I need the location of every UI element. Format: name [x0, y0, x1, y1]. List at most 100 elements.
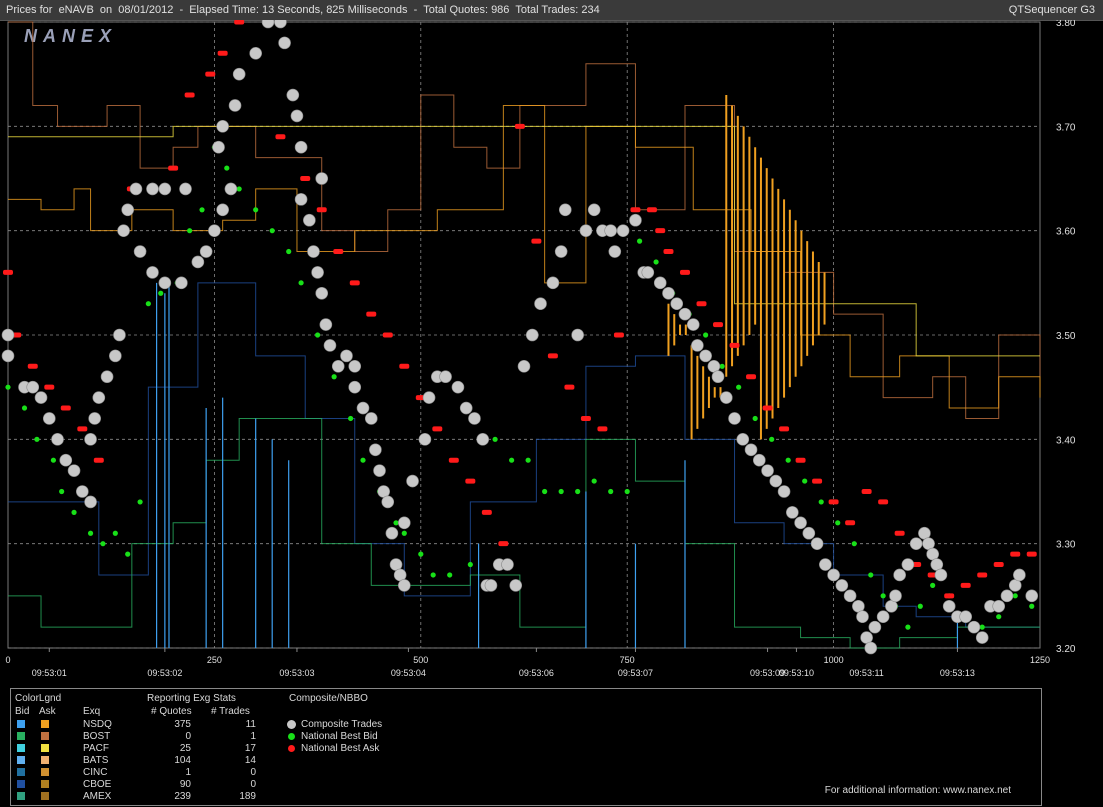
composite-trade-point: [439, 370, 452, 384]
nba-point: [713, 322, 724, 328]
composite-trade-point: [175, 276, 188, 290]
composite-trade-point: [331, 359, 345, 373]
composite-trade-point: [315, 286, 329, 300]
composite-trade-point: [691, 339, 704, 352]
composite-trade-point: [769, 474, 783, 488]
nba-point: [861, 489, 872, 494]
composite-trade-point: [827, 568, 840, 582]
nbb-point: [719, 363, 725, 369]
time-label: 09:53:10: [779, 668, 814, 678]
nbb-point: [1029, 603, 1035, 609]
composite-trade-point: [385, 526, 399, 540]
legend-panel: ColorLgnd Bid Ask Exq Reporting Exg Stat…: [10, 688, 1042, 806]
footer-link[interactable]: For additional information: www.nanex.ne…: [825, 785, 1011, 796]
legend-exchange-name: PACF: [83, 743, 109, 754]
legend-trade-count: 0: [250, 779, 256, 790]
composite-trade-point: [34, 391, 48, 404]
nba-point: [597, 426, 608, 432]
nbb-point: [868, 572, 874, 578]
legend-exchange-name: BATS: [83, 755, 109, 766]
composite-trade-point: [67, 464, 81, 477]
composite-trade-point: [319, 318, 333, 331]
composite-trade-point: [719, 391, 733, 404]
legend-bid-swatch: [17, 792, 25, 800]
legend-reporting-heading: Reporting Exg Stats: [147, 693, 236, 704]
nba-point: [217, 50, 228, 56]
nba-label: National Best Ask: [301, 743, 380, 754]
nba-point: [382, 332, 393, 338]
composite-trade-point: [546, 276, 560, 290]
nba-point: [234, 20, 245, 25]
legend-exchange-name: NSDQ: [83, 719, 112, 730]
composite-trade-point: [373, 464, 386, 477]
composite-trade-point: [348, 359, 362, 373]
composite-trade-point: [199, 245, 213, 258]
legend-quotes-heading: # Quotes: [151, 706, 192, 717]
composite-trade-point: [819, 558, 832, 571]
nbb-point: [5, 384, 11, 390]
nba-point: [746, 374, 757, 380]
legend-trade-count: 17: [244, 743, 256, 754]
nbb-point: [253, 207, 259, 213]
nba-point: [655, 228, 666, 234]
composite-trade-point: [191, 255, 205, 269]
legend-trade-count: 11: [245, 719, 256, 730]
composite-trade-point: [315, 172, 329, 185]
y-tick-label: 3.80: [1056, 20, 1076, 29]
nba-point: [696, 301, 707, 307]
app-name: QTSequencer G3: [1008, 4, 1095, 16]
composite-trade-point: [1025, 589, 1039, 603]
nba-point: [481, 509, 492, 515]
composite-trade-point: [843, 589, 857, 603]
y-tick-label: 3.70: [1056, 122, 1076, 133]
composite-trade-point: [311, 266, 324, 279]
composite-trade-point: [109, 349, 122, 363]
y-tick-label: 3.50: [1056, 331, 1076, 342]
title-bar: Prices for eNAVB on 08/01/2012 - Elapsed…: [0, 0, 1103, 21]
nbb-point: [34, 436, 40, 442]
nbb-point: [905, 624, 911, 630]
nba-point: [531, 238, 542, 244]
nbb-point: [286, 248, 292, 255]
composite-trade-point: [835, 579, 849, 592]
composite-trade-point: [290, 109, 304, 123]
composite-trade-point: [558, 203, 572, 217]
time-label: 09:53:01: [32, 668, 67, 678]
composite-trade-point: [179, 182, 192, 196]
legend-quote-count: 25: [179, 743, 191, 754]
nba-point: [547, 353, 558, 359]
nbb-point: [298, 280, 304, 286]
nbb-point: [224, 165, 230, 171]
composite-trade-point: [369, 443, 382, 457]
composite-trade-point: [959, 610, 972, 624]
legend-colorlgnd-heading: ColorLgnd: [15, 693, 62, 704]
nbb-point: [591, 478, 597, 484]
legend-composite-heading: Composite/NBBO: [289, 693, 368, 704]
composite-trade-point: [100, 370, 114, 384]
time-label: 09:53:03: [279, 668, 314, 678]
nbb-point: [187, 228, 193, 234]
composite-trade-point: [1013, 568, 1026, 582]
nba-point: [3, 269, 13, 275]
legend-bid-heading: Bid: [15, 706, 30, 717]
composite-trades-marker: [287, 720, 296, 729]
nbb-point: [785, 457, 791, 463]
composite-trade-point: [146, 266, 159, 279]
nbb-point: [112, 530, 118, 536]
composite-trade-point: [459, 401, 473, 415]
nba-point: [316, 207, 327, 213]
composite-trade-point: [1, 328, 15, 342]
legend-bid-swatch: [17, 756, 25, 764]
nbb-point: [509, 457, 515, 463]
composite-trade-point: [736, 433, 750, 446]
legend-ask-heading: Ask: [39, 706, 56, 717]
nba-point: [44, 384, 55, 390]
nba-point: [762, 405, 773, 411]
legend-trade-count: 189: [239, 791, 256, 802]
nbb-point: [802, 478, 808, 484]
legend-quote-count: 104: [174, 755, 191, 766]
composite-trades-label: Composite Trades: [301, 719, 383, 730]
composite-trade-point: [909, 537, 923, 550]
nba-point: [679, 269, 690, 275]
composite-trade-point: [967, 620, 981, 634]
